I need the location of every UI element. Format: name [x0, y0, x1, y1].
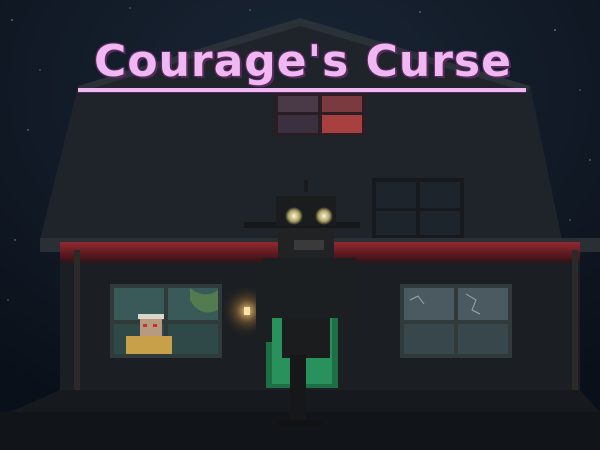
title-screen: Courage's Curse	[0, 0, 600, 450]
attic-window	[274, 92, 366, 136]
upper-window	[372, 178, 464, 238]
game-title: Courage's Curse	[94, 36, 512, 87]
title-underline	[78, 88, 526, 92]
right-eye	[315, 207, 333, 225]
right-window	[400, 284, 512, 358]
left-eye	[285, 207, 303, 225]
eustace-window	[110, 284, 222, 358]
porch-lamp	[244, 307, 250, 315]
